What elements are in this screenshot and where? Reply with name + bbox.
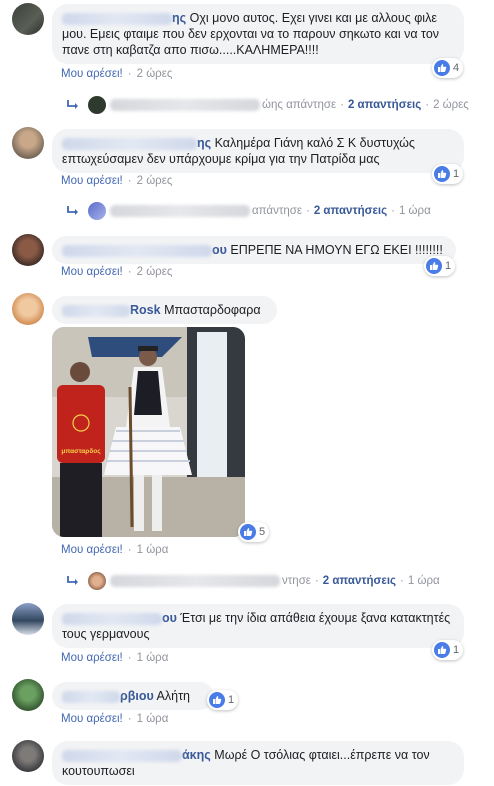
shirt-text: μπασταρδος <box>61 448 101 455</box>
like-link[interactable]: Μου αρέσει! <box>61 713 123 725</box>
like-link[interactable]: Μου αρέσει! <box>61 175 123 187</box>
comment-meta: Μου αρέσει! · 2 ώρες <box>61 175 173 187</box>
timestamp[interactable]: 2 ώρες <box>137 68 173 80</box>
avatar <box>88 572 106 590</box>
avatar[interactable] <box>12 234 44 266</box>
timestamp[interactable]: 1 ώρα <box>137 652 169 664</box>
avatar <box>88 96 106 114</box>
comment-author[interactable]: ου <box>62 242 227 258</box>
comment-author[interactable]: ρβιου <box>62 688 154 704</box>
like-thumb-icon <box>426 258 442 274</box>
reaction-count[interactable]: 1 <box>424 256 456 276</box>
comment-bubble: ου Έτσι με την ίδια απάθεια έχουμε ξανα … <box>52 604 464 648</box>
timestamp[interactable]: 1 ώρα <box>137 544 169 556</box>
avatar[interactable] <box>12 293 44 325</box>
replies-row[interactable]: ντησε · 2 απαντήσεις · 1 ώρα <box>66 572 440 590</box>
reaction-count[interactable]: 1 <box>207 690 239 710</box>
reply-arrow-icon <box>67 100 78 109</box>
like-thumb-icon <box>434 166 450 182</box>
comment-author[interactable]: Rosk <box>62 302 161 318</box>
reaction-count[interactable]: 5 <box>238 522 270 542</box>
like-link[interactable]: Μου αρέσει! <box>61 68 123 80</box>
view-replies-link[interactable]: 2 απαντήσεις <box>348 99 421 111</box>
like-link[interactable]: Μου αρέσει! <box>61 544 123 556</box>
like-thumb-icon <box>434 642 450 658</box>
comment-bubble: ου ΕΠΡΕΠΕ ΝΑ ΗΜΟΥΝ ΕΓΩ ΕΚΕΙ !!!!!!!! <box>52 236 456 264</box>
avatar[interactable] <box>12 603 44 635</box>
reaction-count[interactable]: 1 <box>432 164 464 184</box>
comment-bubble: άκης Μωρέ Ο τσόλιας φταιει...έπρεπε να τ… <box>52 741 464 785</box>
comment-author[interactable]: ης <box>62 10 186 26</box>
comment-meta: Μου αρέσει! · 1 ώρα <box>61 652 169 664</box>
comment-photo[interactable]: μπασταρδος <box>52 327 245 537</box>
reaction-count[interactable]: 1 <box>432 640 464 660</box>
comment-meta: Μου αρέσει! · 1 ώρα <box>61 544 169 556</box>
timestamp[interactable]: 1 ώρα <box>408 575 440 587</box>
like-thumb-icon <box>434 60 450 76</box>
comment-bubble: Rosk Μπασταρδοφαρα <box>52 296 277 324</box>
comment-author[interactable]: ου <box>62 610 177 626</box>
comment-author[interactable]: ης <box>62 135 211 151</box>
like-link[interactable]: Μου αρέσει! <box>61 266 123 278</box>
comment-bubble: ης Καλημέρα Γιάνη καλό Σ Κ δυστυχώς επτω… <box>52 129 464 173</box>
avatar[interactable] <box>12 127 44 159</box>
avatar[interactable] <box>12 679 44 711</box>
reply-author[interactable]: απάντησε <box>252 205 302 217</box>
like-thumb-icon <box>240 524 256 540</box>
comment-text: Μπασταρδοφαρα <box>164 303 261 317</box>
reply-author[interactable]: ντησε <box>282 575 311 587</box>
timestamp[interactable]: 2 ώρες <box>137 266 173 278</box>
comment-text: Αλήτη <box>156 689 190 703</box>
comment-author[interactable]: άκης <box>62 747 211 763</box>
reply-arrow-icon <box>67 206 78 215</box>
replies-row[interactable]: απάντησε · 2 απαντήσεις · 1 ώρα <box>66 202 431 220</box>
reply-arrow-icon <box>67 576 78 585</box>
avatar[interactable] <box>12 3 44 35</box>
timestamp[interactable]: 2 ώρες <box>433 99 469 111</box>
timestamp[interactable]: 2 ώρες <box>137 175 173 187</box>
reply-author[interactable]: ώης απάντησε <box>262 99 336 111</box>
comment-meta: Μου αρέσει! · 1 ώρα <box>61 713 169 725</box>
comment-text: ΕΠΡΕΠΕ ΝΑ ΗΜΟΥΝ ΕΓΩ ΕΚΕΙ !!!!!!!! <box>230 243 443 257</box>
replies-row[interactable]: ώης απάντησε · 2 απαντήσεις · 2 ώρες <box>66 96 469 114</box>
avatar[interactable] <box>12 740 44 772</box>
comment-meta: Μου αρέσει! · 2 ώρες <box>61 266 173 278</box>
like-thumb-icon <box>209 692 225 708</box>
evzone-guard-photo: μπασταρδος <box>52 327 245 537</box>
view-replies-link[interactable]: 2 απαντήσεις <box>314 205 387 217</box>
view-replies-link[interactable]: 2 απαντήσεις <box>323 575 396 587</box>
timestamp[interactable]: 1 ώρα <box>137 713 169 725</box>
comment-bubble: ης Οχι μονο αυτος. Εχει γινει και με αλλ… <box>52 4 464 64</box>
timestamp[interactable]: 1 ώρα <box>399 205 431 217</box>
comment-bubble: ρβιου Αλήτη <box>52 682 214 710</box>
comment-meta: Μου αρέσει! · 2 ώρες <box>61 68 173 80</box>
like-link[interactable]: Μου αρέσει! <box>61 652 123 664</box>
reaction-count[interactable]: 4 <box>432 58 464 78</box>
avatar <box>88 202 106 220</box>
